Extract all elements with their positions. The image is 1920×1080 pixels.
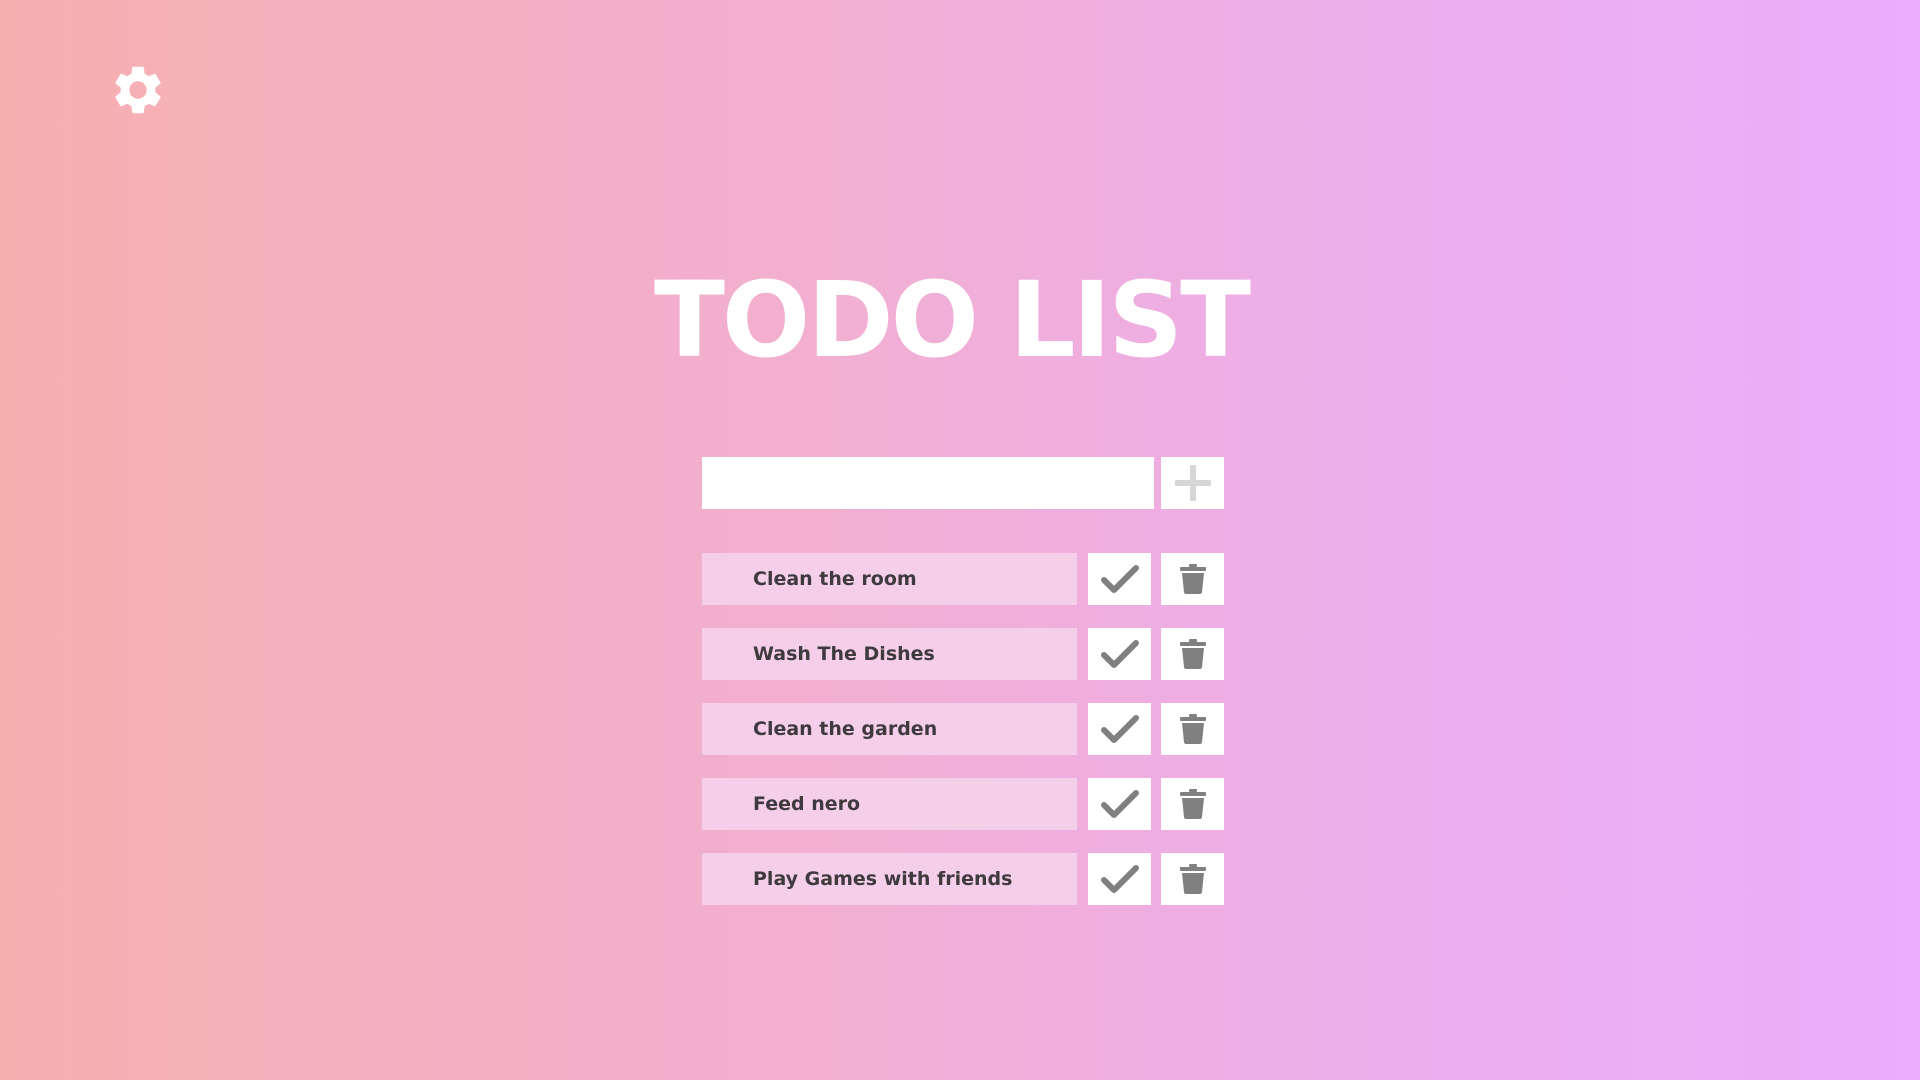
check-icon <box>1100 639 1139 669</box>
settings-gear-icon[interactable] <box>109 61 167 119</box>
todo-list: Clean the room Wash The Dishes Clean the… <box>702 553 1224 928</box>
todo-item: Feed nero <box>702 778 1224 830</box>
todo-item: Clean the room <box>702 553 1224 605</box>
plus-icon <box>1173 463 1213 503</box>
todo-item: Wash The Dishes <box>702 628 1224 680</box>
delete-task-button[interactable] <box>1161 553 1224 605</box>
todo-item: Play Games with friends <box>702 853 1224 905</box>
add-task-button[interactable] <box>1161 457 1224 509</box>
complete-task-button[interactable] <box>1088 628 1151 680</box>
check-icon <box>1100 564 1139 594</box>
todo-text: Wash The Dishes <box>702 628 1077 680</box>
complete-task-button[interactable] <box>1088 853 1151 905</box>
todo-text: Feed nero <box>702 778 1077 830</box>
delete-task-button[interactable] <box>1161 628 1224 680</box>
trash-icon <box>1179 714 1206 744</box>
new-task-input[interactable] <box>702 457 1154 509</box>
check-icon <box>1100 714 1139 744</box>
trash-icon <box>1179 789 1206 819</box>
complete-task-button[interactable] <box>1088 778 1151 830</box>
trash-icon <box>1179 639 1206 669</box>
trash-icon <box>1179 564 1206 594</box>
trash-icon <box>1179 864 1206 894</box>
delete-task-button[interactable] <box>1161 778 1224 830</box>
delete-task-button[interactable] <box>1161 853 1224 905</box>
todo-item: Clean the garden <box>702 703 1224 755</box>
check-icon <box>1100 789 1139 819</box>
todo-text: Play Games with friends <box>702 853 1077 905</box>
complete-task-button[interactable] <box>1088 703 1151 755</box>
complete-task-button[interactable] <box>1088 553 1151 605</box>
check-icon <box>1100 864 1139 894</box>
delete-task-button[interactable] <box>1161 703 1224 755</box>
page-title: TODO LIST <box>653 259 1251 381</box>
todo-text: Clean the room <box>702 553 1077 605</box>
todo-text: Clean the garden <box>702 703 1077 755</box>
